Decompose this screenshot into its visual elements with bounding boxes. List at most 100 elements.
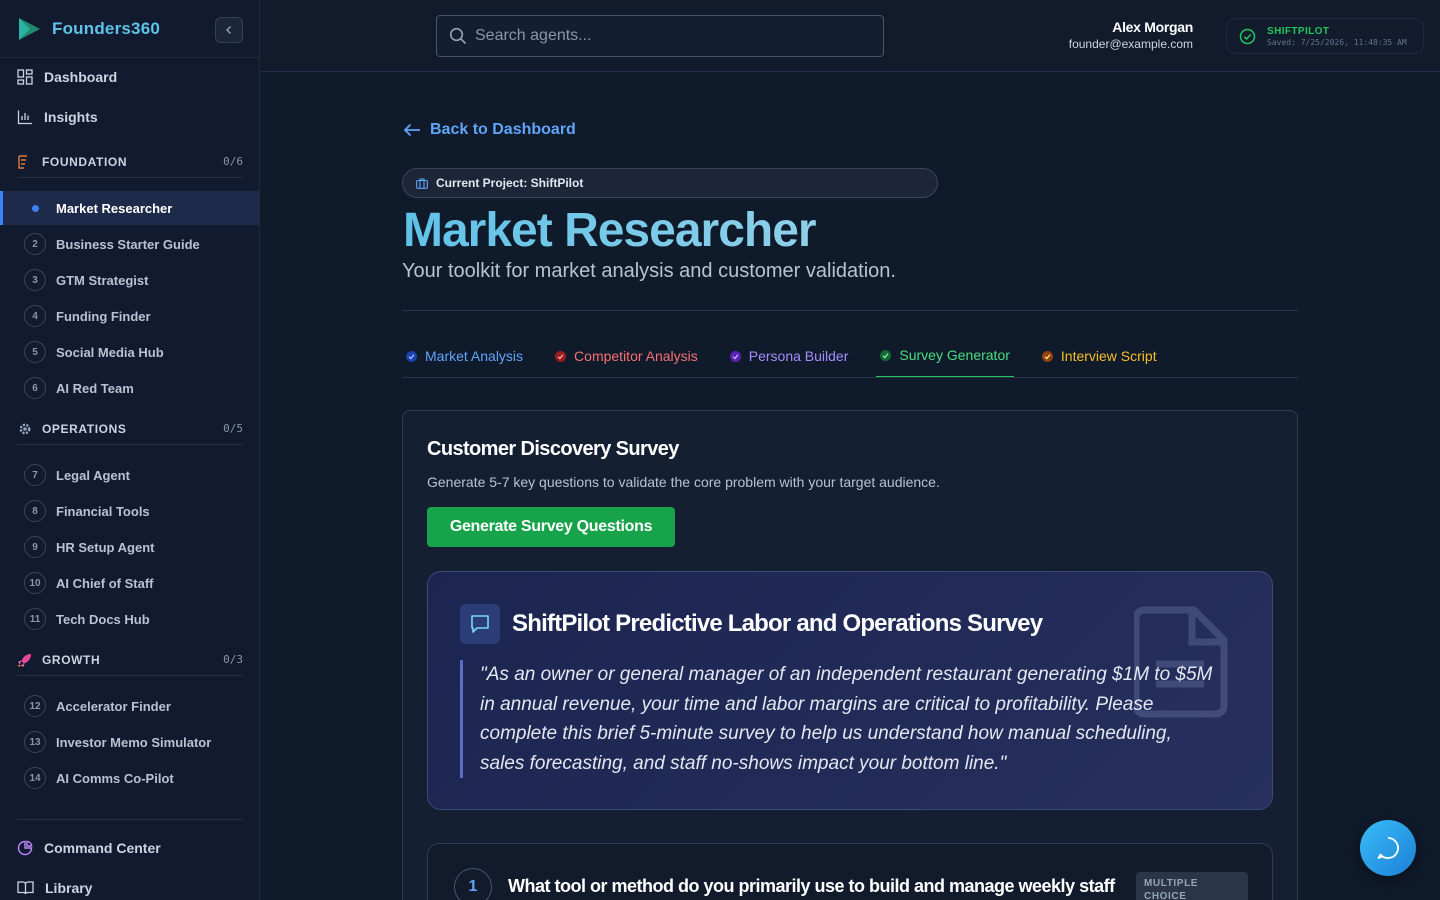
page-subtitle: Your toolkit for market analysis and cus… — [402, 260, 896, 282]
user-info[interactable]: Alex Morgan founder@example.com — [1069, 19, 1194, 51]
item-number: 5 — [24, 341, 46, 363]
logo-play-icon — [19, 17, 40, 40]
section-foundation[interactable]: FOUNDATION 0/6 — [17, 148, 243, 178]
top-header: Alex Morgan founder@example.com SHIFTPIL… — [261, 0, 1440, 72]
sidebar-item-label: Investor Memo Simulator — [56, 734, 212, 750]
arrow-left-icon — [403, 123, 420, 137]
section-growth-title: GROWTH — [42, 652, 101, 667]
nav-dashboard-label: Dashboard — [44, 69, 118, 85]
check-icon — [1041, 350, 1053, 362]
question-card: 1 What tool or method do you primarily u… — [427, 843, 1273, 900]
save-status: SHIFTPILOT Saved: 7/25/2026, 11:48:35 AM — [1226, 18, 1424, 54]
nav-command-center[interactable]: Command Center — [0, 828, 260, 868]
sidebar-item-label: GTM Strategist — [56, 272, 149, 288]
check-icon — [555, 350, 567, 362]
bar-chart-icon — [17, 110, 32, 125]
foundation-icon — [18, 154, 27, 169]
sidebar-item-label: Legal Agent — [56, 467, 130, 483]
sidebar-item-social-media-hub[interactable]: 5 Social Media Hub — [0, 335, 260, 369]
tab-label: Persona Builder — [748, 348, 849, 364]
gear-icon — [19, 423, 31, 434]
sidebar-item-market-researcher[interactable]: Market Researcher — [0, 191, 260, 225]
sidebar-divider — [17, 819, 243, 820]
item-number: 2 — [24, 233, 46, 255]
nav-command-center-label: Command Center — [44, 840, 161, 856]
item-number: 12 — [24, 695, 46, 717]
generate-survey-button[interactable]: Generate Survey Questions — [427, 507, 675, 547]
back-to-dashboard-link[interactable]: Back to Dashboard — [403, 121, 576, 139]
item-number: 10 — [24, 572, 46, 594]
section-foundation-title: FOUNDATION — [42, 154, 128, 169]
section-operations[interactable]: OPERATIONS 0/5 — [17, 415, 243, 445]
tab-market-analysis[interactable]: Market Analysis — [402, 334, 527, 378]
section-foundation-count: 0/6 — [223, 155, 243, 168]
sidebar-item-hr-setup-agent[interactable]: 9 HR Setup Agent — [0, 530, 260, 564]
tab-label: Interview Script — [1060, 348, 1157, 364]
sidebar-item-gtm-strategist[interactable]: 3 GTM Strategist — [0, 263, 260, 297]
book-icon — [17, 881, 34, 895]
survey-intro: "As an owner or general manager of an in… — [460, 660, 1220, 778]
sidebar-item-label: AI Chief of Staff — [56, 575, 154, 591]
sidebar-item-label: Business Starter Guide — [56, 236, 200, 252]
tab-label: Competitor Analysis — [574, 348, 698, 364]
sidebar-item-label: HR Setup Agent — [56, 539, 155, 555]
user-name: Alex Morgan — [1112, 19, 1193, 35]
sidebar-item-business-starter-guide[interactable]: 2 Business Starter Guide — [0, 227, 260, 261]
sidebar-item-ai-chief-of-staff[interactable]: 10 AI Chief of Staff — [0, 566, 260, 600]
sidebar-item-label: Market Researcher — [56, 200, 173, 216]
nav-library[interactable]: Library — [0, 868, 260, 900]
current-project-label: Current Project: ShiftPilot — [436, 176, 584, 190]
survey-title: ShiftPilot Predictive Labor and Operatio… — [512, 610, 1043, 637]
chat-bubble-icon — [460, 604, 500, 644]
tab-survey-generator[interactable]: Survey Generator — [876, 334, 1014, 378]
item-number: 11 — [24, 608, 46, 630]
sidebar-item-label: Accelerator Finder — [56, 698, 171, 714]
chat-icon — [1377, 837, 1399, 859]
item-number: 6 — [24, 377, 46, 399]
tab-persona-builder[interactable]: Persona Builder — [726, 334, 853, 378]
sidebar-item-tech-docs-hub[interactable]: 11 Tech Docs Hub — [0, 602, 260, 636]
nav-library-label: Library — [45, 880, 93, 896]
tab-competitor-analysis[interactable]: Competitor Analysis — [551, 334, 702, 378]
section-operations-title: OPERATIONS — [42, 421, 127, 436]
section-growth[interactable]: GROWTH 0/3 — [17, 646, 243, 676]
item-number: 13 — [24, 731, 46, 753]
section-operations-count: 0/5 — [223, 422, 243, 435]
card-title: Customer Discovery Survey — [427, 438, 679, 460]
save-status-project: SHIFTPILOT — [1267, 25, 1330, 37]
briefcase-icon — [416, 177, 428, 189]
search-input[interactable] — [475, 27, 855, 45]
sidebar-item-label: Funding Finder — [56, 308, 151, 324]
save-status-time: Saved: 7/25/2026, 11:48:35 AM — [1267, 37, 1407, 47]
check-icon — [406, 350, 417, 362]
tab-interview-script[interactable]: Interview Script — [1038, 334, 1161, 378]
search-box[interactable] — [436, 15, 884, 57]
sidebar-item-funding-finder[interactable]: 4 Funding Finder — [0, 299, 260, 333]
sidebar-item-ai-red-team[interactable]: 6 AI Red Team — [0, 371, 260, 405]
page-title: Market Researcher — [403, 204, 817, 257]
nav-insights[interactable]: Insights — [0, 97, 260, 137]
sidebar-item-investor-memo-simulator[interactable]: 13 Investor Memo Simulator — [0, 725, 260, 759]
check-icon — [880, 349, 892, 361]
sidebar-item-accelerator-finder[interactable]: 12 Accelerator Finder — [0, 689, 260, 723]
sidebar: Founders360 Dashboard Insights FOUNDATIO… — [0, 0, 260, 900]
sidebar-item-ai-comms-co-pilot[interactable]: 14 AI Comms Co-Pilot — [0, 761, 260, 795]
chat-assistant-button[interactable] — [1360, 820, 1416, 876]
tool-tabs: Market Analysis Competitor Analysis Pers… — [402, 334, 1185, 378]
chevron-left-icon — [226, 26, 231, 34]
tab-label: Market Analysis — [425, 348, 524, 364]
collapse-sidebar-button[interactable] — [215, 17, 243, 43]
item-number: 7 — [24, 464, 46, 486]
nav-dashboard[interactable]: Dashboard — [0, 57, 260, 97]
grid-icon — [17, 69, 33, 85]
sidebar-item-label: Financial Tools — [56, 503, 150, 519]
item-number: 14 — [24, 767, 46, 789]
question-type-badge: MULTIPLE CHOICE — [1136, 872, 1248, 900]
sidebar-item-legal-agent[interactable]: 7 Legal Agent — [0, 458, 260, 492]
survey-card: Customer Discovery Survey Generate 5-7 k… — [402, 410, 1298, 900]
sidebar-item-financial-tools[interactable]: 8 Financial Tools — [0, 494, 260, 528]
tabs-divider — [402, 377, 1298, 378]
brand-name: Founders360 — [52, 18, 161, 38]
item-number: 4 — [24, 305, 46, 327]
search-icon — [449, 27, 467, 45]
